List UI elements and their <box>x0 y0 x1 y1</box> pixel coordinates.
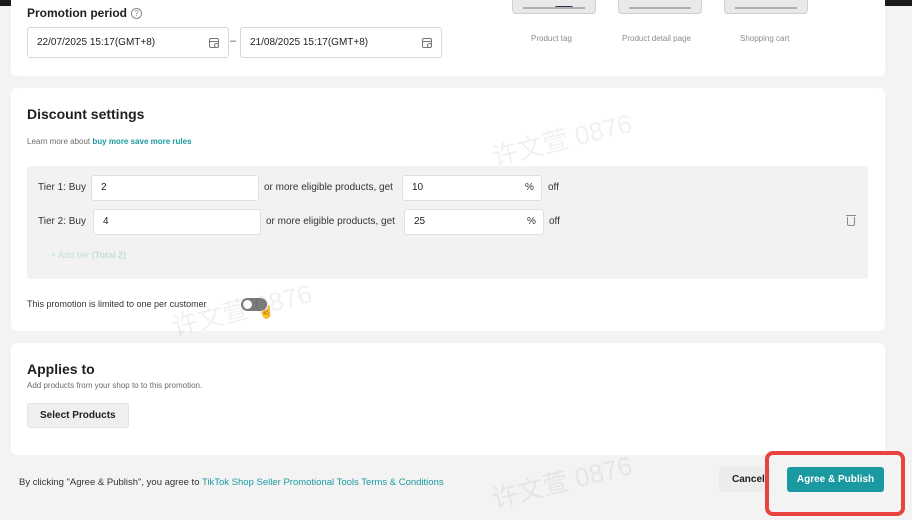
shopping-cart-preview <box>724 0 808 14</box>
tier-quantity-input[interactable]: 2 <box>91 175 259 201</box>
preview-label-product-tag: Product tag <box>531 34 572 43</box>
tier-label: Tier 2: Buy <box>38 216 86 227</box>
terms-link[interactable]: TikTok Shop Seller Promotional Tools Ter… <box>202 477 444 488</box>
cancel-button[interactable]: Cancel <box>719 467 771 492</box>
tier-suffix: off <box>549 216 560 227</box>
percent-unit: % <box>525 182 534 193</box>
promotion-period-title: Promotion period ? <box>27 6 142 20</box>
product-tag-preview <box>512 0 596 14</box>
tier-suffix: off <box>548 182 559 193</box>
help-icon[interactable]: ? <box>131 7 142 19</box>
trash-icon[interactable] <box>846 215 856 226</box>
rules-link[interactable]: buy more save more rules <box>92 137 191 146</box>
tier-middle-text: or more eligible products, get <box>264 182 393 193</box>
tier-quantity-input[interactable]: 4 <box>93 209 261 235</box>
select-products-button[interactable]: Select Products <box>27 403 129 428</box>
discount-settings-card: Discount settings Learn more about buy m… <box>11 88 885 331</box>
product-detail-preview <box>618 0 702 14</box>
applies-to-card: Applies to Add products from your shop t… <box>11 343 885 455</box>
highlight-box <box>765 451 905 516</box>
tier-discount-input[interactable]: 25 <box>404 209 544 235</box>
add-tier-button[interactable]: + Add tier (Total 2) <box>51 250 126 260</box>
learn-more-text: Learn more about buy more save more rule… <box>27 137 192 146</box>
applies-to-title: Applies to <box>27 361 95 377</box>
preview-label-shopping-cart: Shopping cart <box>740 34 790 43</box>
tiers-container: Tier 1: Buy 2 or more eligible products,… <box>27 166 868 279</box>
tier-label: Tier 1: Buy <box>38 182 86 193</box>
tier-row-2: Tier 2: Buy 4 or more eligible products,… <box>27 209 868 235</box>
discount-settings-title: Discount settings <box>27 106 145 122</box>
agreement-text: By clicking "Agree & Publish", you agree… <box>19 477 444 488</box>
calendar-icon[interactable] <box>422 38 432 48</box>
calendar-icon[interactable] <box>209 38 219 48</box>
hand-cursor-icon: ☝ <box>259 305 274 319</box>
tier-middle-text: or more eligible products, get <box>266 216 395 227</box>
percent-unit: % <box>527 216 536 227</box>
date-separator: – <box>230 35 237 47</box>
preview-label-product-detail: Product detail page <box>622 34 691 43</box>
tier-discount-input[interactable]: 10 <box>402 175 542 201</box>
promotion-period-card: Promotion period ? 22/07/2025 15:17(GMT+… <box>11 0 885 76</box>
end-date-field[interactable]: 21/08/2025 15:17(GMT+8) <box>240 27 442 58</box>
applies-to-subtitle: Add products from your shop to to this p… <box>27 381 203 390</box>
limit-per-customer-label: This promotion is limited to one per cus… <box>27 299 207 309</box>
tier-row-1: Tier 1: Buy 2 or more eligible products,… <box>27 175 868 201</box>
start-date-field[interactable]: 22/07/2025 15:17(GMT+8) <box>27 27 229 58</box>
